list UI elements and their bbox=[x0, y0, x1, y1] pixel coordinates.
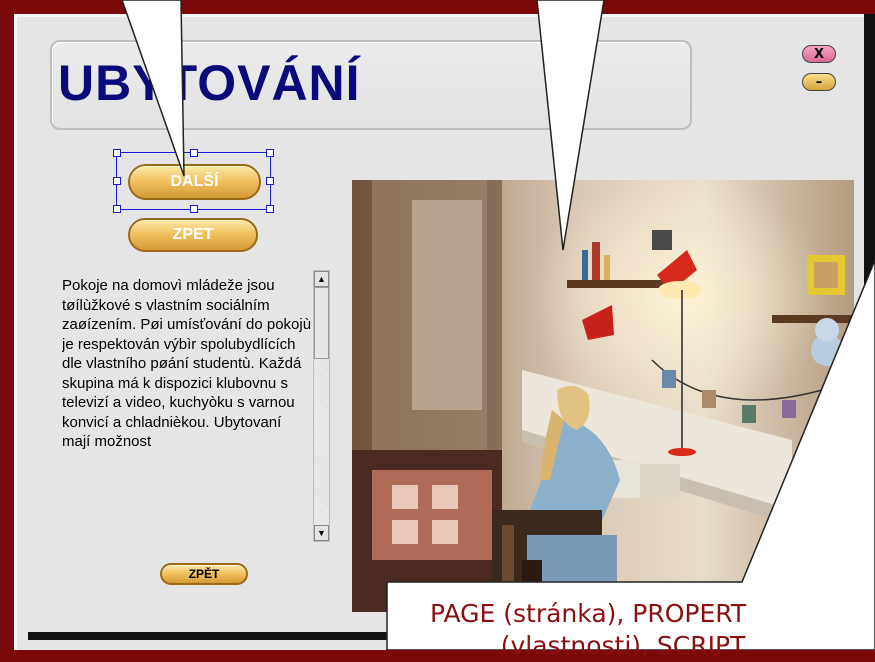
callout-line-2: (vlastnosti), SCRIPT bbox=[500, 631, 746, 660]
callout-text: PAGE (stránka), PROPERT (vlastnosti), SC… bbox=[430, 598, 746, 662]
callout-line-1: PAGE (stránka), PROPERT bbox=[430, 599, 747, 628]
callout-shapes bbox=[121, 0, 875, 650]
